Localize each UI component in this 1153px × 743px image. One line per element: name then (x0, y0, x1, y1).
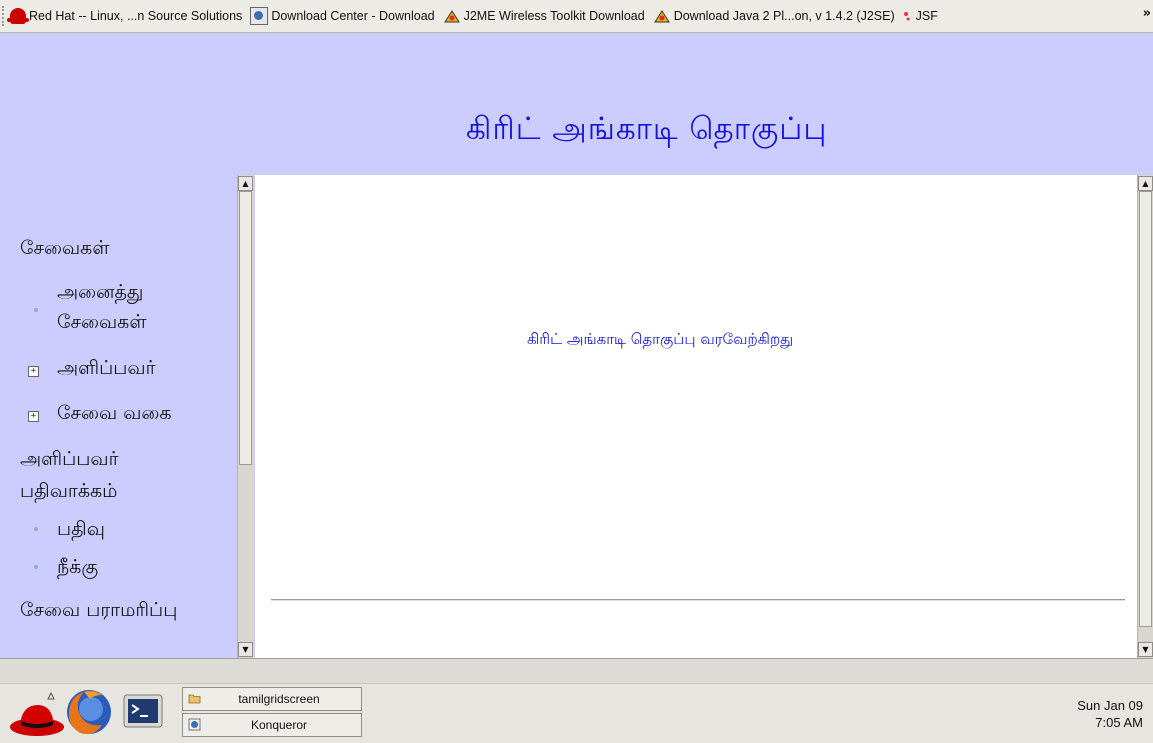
sun-icon (443, 10, 460, 23)
toolbar-grip[interactable] (2, 6, 10, 26)
nav-item-register[interactable]: பதிவு (57, 518, 105, 543)
bookmark-java2[interactable]: Download Java 2 Pl...on, v 1.4.2 (J2SE) (653, 4, 895, 28)
expand-plus-icon[interactable]: + (28, 366, 39, 377)
task-button-tamilgridscreen[interactable]: tamilgridscreen (182, 687, 362, 711)
bookmark-label: Download Java 2 Pl...on, v 1.4.2 (J2SE) (673, 9, 895, 23)
nav-item-provider[interactable]: அளிப்பவர் (57, 357, 156, 382)
bookmark-label: Download Center - Download (271, 9, 435, 23)
nav-item-service-type[interactable]: சேவை வகை (57, 402, 172, 427)
bookmarks-toolbar: Red Hat -- Linux, ...n Source Solutions … (0, 0, 1153, 33)
nav-section-provider-registration-line1: அளிப்பவர் (20, 448, 119, 470)
main-frame-scrollbar[interactable]: ▲ ▼ (1137, 175, 1153, 658)
nav-item-all-services-line1[interactable]: அனைத்து (57, 281, 143, 306)
taskbar: tamilgridscreen Konqueror Sun Jan 09 7:0… (0, 658, 1153, 743)
taskbar-top-strip (0, 659, 1153, 684)
horizontal-rule (271, 599, 1125, 601)
task-label: tamilgridscreen (238, 692, 320, 706)
clock-time: 7:05 AM (1095, 715, 1143, 730)
more-bookmarks-chevron-icon[interactable]: » (1143, 6, 1151, 21)
bookmark-label: JSF (915, 9, 938, 23)
bullet-icon (34, 308, 38, 312)
nav-item-all-services-line2[interactable]: சேவைகள் (57, 311, 146, 336)
bookmark-label: Red Hat -- Linux, ...n Source Solutions (29, 9, 243, 23)
system-clock[interactable]: Sun Jan 09 7:05 AM (1077, 697, 1143, 731)
welcome-message: கிரிட் அங்காடி தொகுப்பு வரவேற்கிறது (527, 330, 794, 348)
page-title: கிரிட் அங்காடி தொகுப்பு (466, 111, 828, 147)
header-banner: கிரிட் அங்காடி தொகுப்பு (0, 33, 1153, 175)
bookmark-jsf[interactable]: JSF (903, 4, 938, 28)
redhat-menu-icon[interactable] (8, 691, 66, 739)
expand-plus-icon[interactable]: + (28, 411, 39, 422)
terminal-icon[interactable] (122, 691, 164, 731)
bookmark-redhat[interactable]: Red Hat -- Linux, ...n Source Solutions (7, 4, 243, 28)
left-frame-scrollbar[interactable]: ▲ ▼ (237, 175, 254, 658)
scroll-down-arrow-icon[interactable]: ▼ (1138, 642, 1153, 657)
nav-item-remove[interactable]: நீக்கு (57, 556, 98, 581)
redhat-icon (7, 8, 29, 24)
task-label: Konqueror (250, 718, 308, 732)
task-button-konqueror[interactable]: Konqueror (182, 713, 362, 737)
left-nav-frame: சேவைகள் அனைத்து சேவைகள் + அளிப்பவர் + சே… (0, 175, 255, 658)
bookmark-label: J2ME Wireless Toolkit Download (463, 9, 645, 23)
bullet-icon (34, 565, 38, 569)
scroll-up-arrow-icon[interactable]: ▲ (1138, 176, 1153, 191)
scroll-up-arrow-icon[interactable]: ▲ (238, 176, 253, 191)
scrollbar-thumb[interactable] (239, 191, 252, 465)
nav-content: சேவைகள் அனைத்து சேவைகள் + அளிப்பவர் + சே… (0, 175, 236, 658)
nav-section-services: சேவைகள் (20, 237, 110, 259)
firefox-icon[interactable] (64, 687, 114, 737)
scroll-down-arrow-icon[interactable]: ▼ (238, 642, 253, 657)
bookmark-j2me[interactable]: J2ME Wireless Toolkit Download (443, 4, 645, 28)
scrollbar-thumb[interactable] (1139, 191, 1152, 627)
nav-section-service-maintenance: சேவை பராமரிப்பு (20, 599, 178, 621)
nav-section-provider-registration-line2: பதிவாக்கம் (20, 480, 118, 502)
konqueror-page-icon (250, 7, 269, 25)
sun-icon (653, 10, 670, 23)
bookmark-download-center[interactable]: Download Center - Download (250, 4, 435, 28)
bullet-icon (34, 527, 38, 531)
main-content-frame: கிரிட் அங்காடி தொகுப்பு வரவேற்கிறது (255, 175, 1137, 658)
clock-date: Sun Jan 09 (1077, 698, 1143, 713)
java-icon (903, 12, 910, 21)
